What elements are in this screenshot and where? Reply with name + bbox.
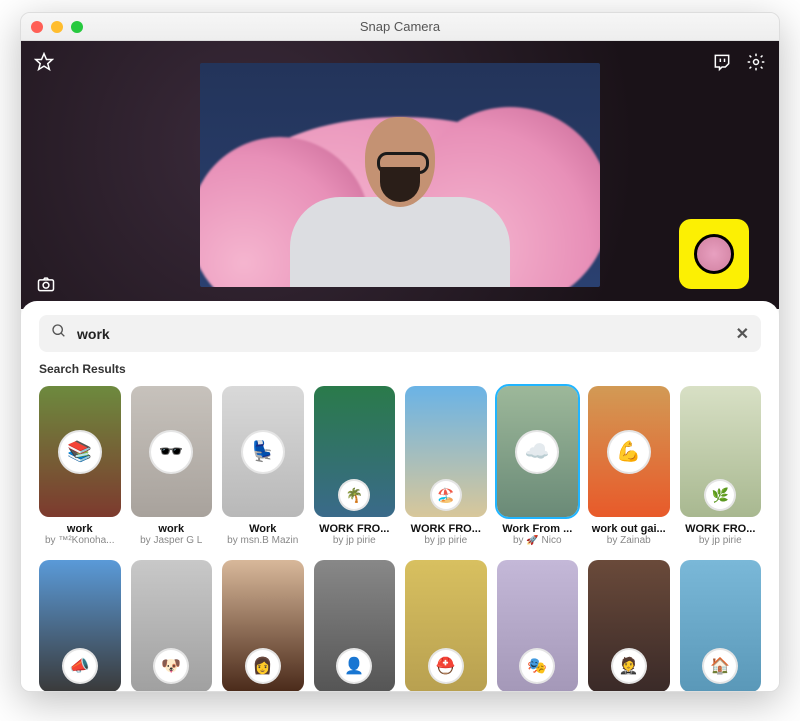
lens-thumbnail[interactable]: 🕶️	[131, 386, 213, 517]
lens-author: by jp pirie	[314, 535, 396, 546]
lens-card[interactable]: 🕶️ workby Jasper G L	[131, 386, 213, 546]
lens-title: Work From ...	[497, 523, 579, 535]
lens-title: work	[39, 523, 121, 535]
lens-title: Work	[222, 523, 304, 535]
lens-title: work out gai...	[588, 523, 670, 535]
lens-author: by jp pirie	[405, 535, 487, 546]
lens-thumbnail[interactable]: 📣	[39, 560, 121, 691]
lens-card[interactable]: 📣	[39, 560, 121, 691]
lens-card[interactable]: 💺 Workby msn.B Mazin	[222, 386, 304, 546]
lens-card[interactable]: 👤	[314, 560, 396, 691]
settings-gear-icon[interactable]	[745, 51, 767, 73]
lens-card[interactable]: 🌴 WORK FRO...by jp pirie	[314, 386, 396, 546]
lens-browser-panel: ✕ Search Results 📚workby ™²Konoha...🕶️wo…	[21, 301, 779, 691]
lens-author: by jp pirie	[680, 535, 762, 546]
lens-results-row-1: 📚workby ™²Konoha...🕶️workby Jasper G L💺W…	[39, 386, 761, 546]
lens-author: by ™²Konoha...	[39, 535, 121, 546]
lens-title: WORK FRO...	[405, 523, 487, 535]
lens-icon: 🏠	[702, 648, 738, 684]
lens-icon: 🎭	[519, 648, 555, 684]
lens-thumbnail[interactable]: 👩	[222, 560, 304, 691]
lens-thumbnail[interactable]: 🏠	[680, 560, 762, 691]
lens-card[interactable]: 🌿 WORK FRO...by jp pirie	[680, 386, 762, 546]
lens-card[interactable]: ☁️ Work From ...by 🚀 Nico	[497, 386, 579, 546]
person-silhouette	[290, 107, 510, 287]
lens-thumbnail[interactable]: 📚	[39, 386, 121, 517]
lens-icon: ☁️	[515, 430, 559, 474]
lens-card[interactable]: ⛑️	[405, 560, 487, 691]
lens-icon: 👤	[336, 648, 372, 684]
search-results-heading: Search Results	[39, 362, 761, 376]
camera-preview-area	[21, 41, 779, 309]
snapcode-thumbnail	[694, 234, 734, 274]
lens-card[interactable]: 🎭	[497, 560, 579, 691]
lens-thumbnail[interactable]: 👤	[314, 560, 396, 691]
lens-thumbnail[interactable]: 🌿	[680, 386, 762, 517]
lens-card[interactable]: 🏠	[680, 560, 762, 691]
search-bar: ✕	[39, 315, 761, 352]
lens-icon: 💪	[607, 430, 651, 474]
lens-thumbnail[interactable]: 🏖️	[405, 386, 487, 517]
lens-author: by msn.B Mazin	[222, 535, 304, 546]
maximize-window-button[interactable]	[71, 21, 83, 33]
lens-icon: 💺	[241, 430, 285, 474]
lens-icon: 📣	[62, 648, 98, 684]
lens-author: by 🚀 Nico	[497, 535, 579, 546]
lens-thumbnail[interactable]: 🐶	[131, 560, 213, 691]
search-input[interactable]	[77, 326, 726, 342]
lens-card[interactable]: 📚 workby ™²Konoha...	[39, 386, 121, 546]
lens-icon: 🌿	[704, 479, 736, 511]
snapcode[interactable]	[679, 219, 749, 289]
app-window: Snap Camera	[20, 12, 780, 692]
lens-results-row-2: 📣 🐶 👩 👤 ⛑️ 🎭 🤵 🏠	[39, 560, 761, 691]
minimize-window-button[interactable]	[51, 21, 63, 33]
lens-icon: 🕶️	[149, 430, 193, 474]
lens-author: by Jasper G L	[131, 535, 213, 546]
lens-icon: 🏖️	[430, 479, 462, 511]
lens-thumbnail[interactable]: ⛑️	[405, 560, 487, 691]
lens-icon: 📚	[58, 430, 102, 474]
lens-thumbnail[interactable]: ☁️	[497, 386, 579, 517]
lens-thumbnail[interactable]: 🎭	[497, 560, 579, 691]
twitch-icon[interactable]	[711, 51, 733, 73]
clear-search-button[interactable]: ✕	[736, 324, 749, 344]
titlebar: Snap Camera	[21, 13, 779, 41]
capture-button[interactable]	[35, 273, 57, 295]
window-title: Snap Camera	[21, 19, 779, 34]
lens-author: by Zainab	[588, 535, 670, 546]
lens-card[interactable]: 💪 work out gai...by Zainab	[588, 386, 670, 546]
close-window-button[interactable]	[31, 21, 43, 33]
lens-card[interactable]: 🤵	[588, 560, 670, 691]
lens-title: WORK FRO...	[680, 523, 762, 535]
lens-title: work	[131, 523, 213, 535]
lens-thumbnail[interactable]: 💺	[222, 386, 304, 517]
camera-preview	[200, 63, 600, 287]
search-icon	[51, 323, 67, 344]
lens-card[interactable]: 🏖️ WORK FRO...by jp pirie	[405, 386, 487, 546]
lens-card[interactable]: 🐶	[131, 560, 213, 691]
window-controls	[31, 21, 83, 33]
lens-icon: 🤵	[611, 648, 647, 684]
lens-thumbnail[interactable]: 🤵	[588, 560, 670, 691]
lens-thumbnail[interactable]: 💪	[588, 386, 670, 517]
lens-icon: 🐶	[153, 648, 189, 684]
lens-card[interactable]: 👩	[222, 560, 304, 691]
lens-title: WORK FRO...	[314, 523, 396, 535]
lens-icon: ⛑️	[428, 648, 464, 684]
lens-icon: 🌴	[338, 479, 370, 511]
lens-thumbnail[interactable]: 🌴	[314, 386, 396, 517]
favorite-star-icon[interactable]	[33, 51, 55, 73]
lens-icon: 👩	[245, 648, 281, 684]
